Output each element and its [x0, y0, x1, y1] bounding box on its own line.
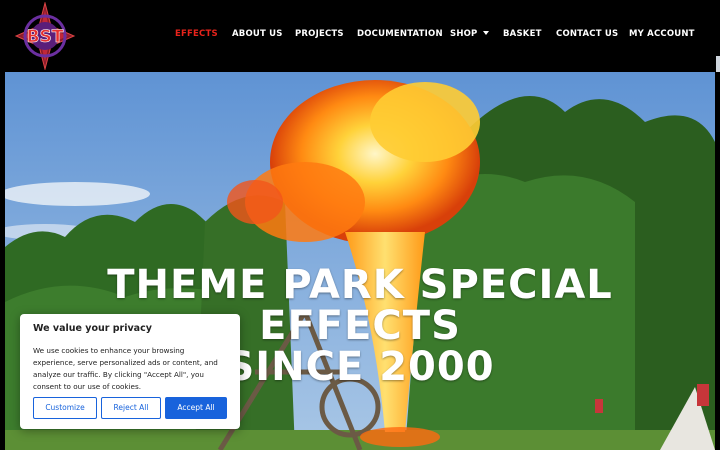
customize-button[interactable]: Customize	[33, 397, 97, 419]
nav-shop[interactable]: SHOP	[450, 29, 489, 39]
nav-my-account[interactable]: MY ACCOUNT	[629, 29, 695, 39]
cookie-description: We use cookies to enhance your browsing …	[33, 346, 218, 391]
nav-effects[interactable]: EFFECTS	[175, 29, 218, 39]
nav-basket[interactable]: BASKET	[503, 29, 542, 39]
accept-all-button[interactable]: Accept All	[165, 397, 227, 419]
reject-all-button[interactable]: Reject All	[101, 397, 161, 419]
nav-about-us[interactable]: ABOUT US	[232, 29, 283, 39]
main-nav: EFFECTS ABOUT US PROJECTS DOCUMENTATION …	[0, 29, 720, 45]
nav-projects[interactable]: PROJECTS	[295, 29, 344, 39]
nav-shop-label: SHOP	[450, 29, 478, 39]
cookie-buttons: Customize Reject All Accept All	[33, 397, 227, 419]
nav-documentation[interactable]: DOCUMENTATION	[357, 29, 443, 39]
cookie-consent-banner: We value your privacy We use cookies to …	[20, 314, 240, 429]
cookie-title: We value your privacy	[33, 323, 152, 334]
site-header: BST EFFECTS ABOUT US PROJECTS DOCUMENTAT…	[0, 0, 720, 72]
chevron-down-icon	[482, 31, 489, 35]
scrollbar[interactable]	[716, 56, 720, 72]
nav-contact-us[interactable]: CONTACT US	[556, 29, 618, 39]
